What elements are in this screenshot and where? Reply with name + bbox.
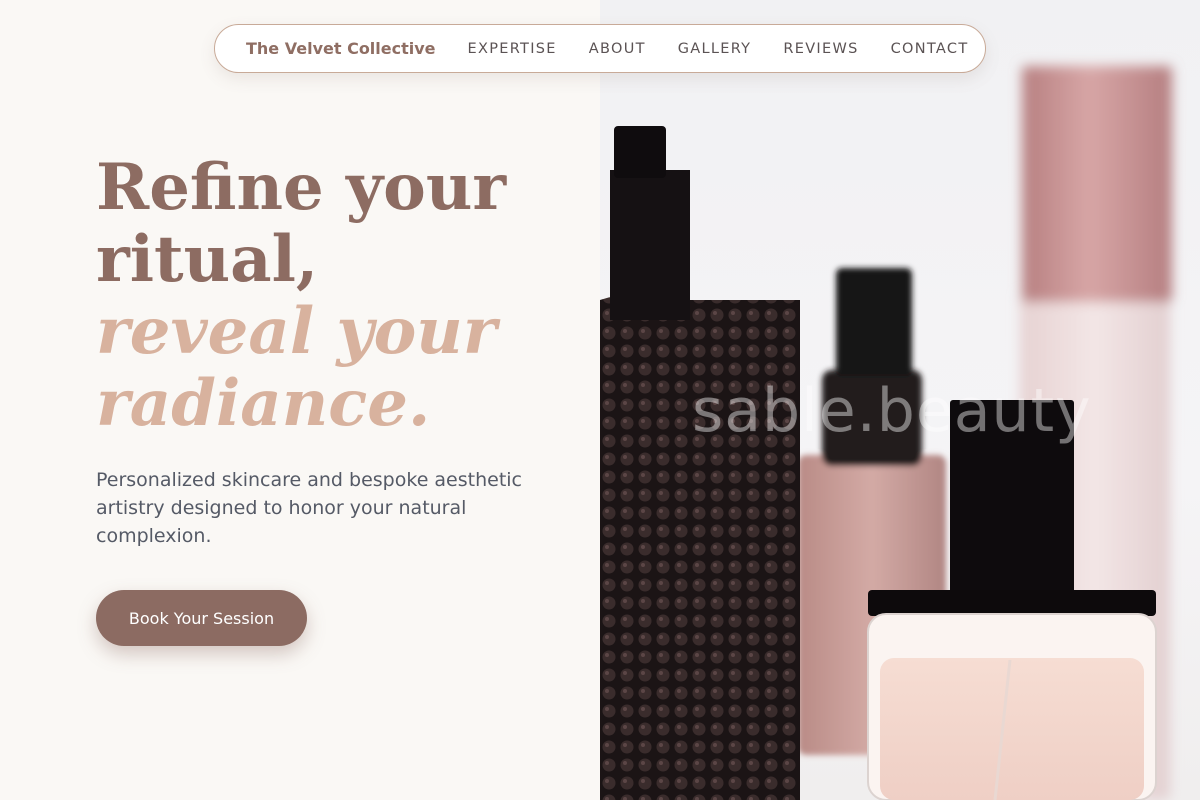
hero-description: Personalized skincare and bespoke aesthe… <box>96 469 523 547</box>
nav-link-about[interactable]: ABOUT <box>589 41 646 57</box>
headline-accent-line-1: reveal your <box>96 294 497 369</box>
hero-headline: Refine your ritual, reveal your radiance… <box>96 152 576 440</box>
headline-line-1: Refine your <box>96 150 507 225</box>
top-navigation: The Velvet Collective EXPERTISE ABOUT GA… <box>214 24 986 73</box>
nav-link-contact[interactable]: CONTACT <box>891 41 969 57</box>
watermark-text: sable.beauty <box>692 376 1092 446</box>
nav-link-expertise[interactable]: EXPERTISE <box>468 41 557 57</box>
hero-product-photo: sable.beauty <box>600 0 1200 800</box>
headline-line-2: ritual, <box>96 222 319 297</box>
brand-logo-text[interactable]: The Velvet Collective <box>246 39 436 58</box>
nav-link-reviews[interactable]: REVIEWS <box>783 41 858 57</box>
studded-black-bottle-icon <box>600 126 800 800</box>
headline-accent-line-2: radiance. <box>96 366 431 441</box>
book-session-button[interactable]: Book Your Session <box>96 590 307 646</box>
nav-link-gallery[interactable]: GALLERY <box>678 41 752 57</box>
